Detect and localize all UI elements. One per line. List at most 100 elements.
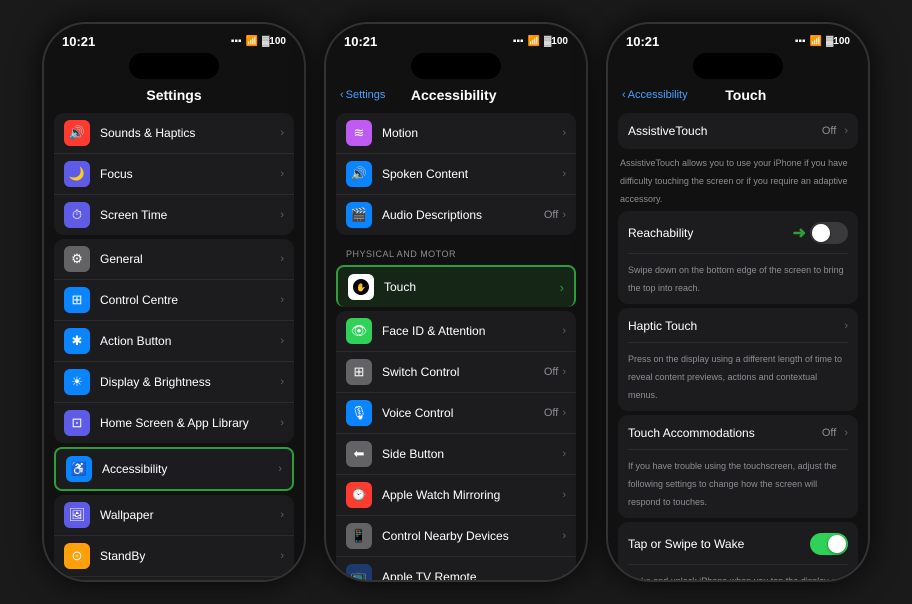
touchaccommodations-row[interactable]: Touch Accommodations Off › xyxy=(628,423,848,443)
status-bar-1: 10:21 ▪▪▪ 📶 ▓100 xyxy=(44,24,304,53)
list-item[interactable]: 🔊 Sounds & Haptics › xyxy=(54,113,294,154)
chevron-icon: › xyxy=(562,407,566,419)
item-label: Spoken Content xyxy=(382,167,562,181)
list-item[interactable]: ⊡ Home Screen & App Library › xyxy=(54,403,294,443)
taporswipetowake-toggle[interactable] xyxy=(810,533,848,555)
faceid2-icon: 👁 xyxy=(346,318,372,344)
haptictouch-block: Haptic Touch › Press on the display usin… xyxy=(618,308,858,411)
screen-content-1: 🔊 Sounds & Haptics › 🌙 Focus › ⏱ Screen … xyxy=(44,109,304,580)
divider xyxy=(628,564,848,565)
touch-chevron: › xyxy=(560,280,564,295)
chevron-icon: › xyxy=(562,571,566,580)
touch-item-container: ✋ Touch › xyxy=(336,265,576,307)
touchaccommodations-title: Touch Accommodations xyxy=(628,426,755,440)
list-item[interactable]: ⊞ Switch Control Off › xyxy=(336,352,576,393)
divider xyxy=(628,449,848,450)
list-item[interactable]: ⊞ Control Centre › xyxy=(54,280,294,321)
chevron-icon: › xyxy=(562,127,566,139)
taporswipetowake-block: Tap or Swipe to Wake Wake and unlock iPh… xyxy=(618,522,858,580)
assistivetouch-title: AssistiveTouch xyxy=(628,124,707,138)
haptictouch-title: Haptic Touch xyxy=(628,319,697,333)
dynamic-island-1 xyxy=(129,53,219,79)
touchaccommodations-block: Touch Accommodations Off › If you have t… xyxy=(618,415,858,518)
chevron-icon: › xyxy=(280,127,284,139)
item-label: Apple Watch Mirroring xyxy=(382,488,562,502)
item-label: Sounds & Haptics xyxy=(100,126,280,140)
screentime-icon: ⏱ xyxy=(64,202,90,228)
toggle-knob xyxy=(828,535,846,553)
list-item[interactable]: ☀ Display & Brightness › xyxy=(54,362,294,403)
wifi-icon-3: 📶 xyxy=(810,36,822,47)
list-item[interactable]: 🖼 Wallpaper › xyxy=(54,495,294,536)
item-label: Screen Time xyxy=(100,208,280,222)
touchaccommodations-value: Off xyxy=(822,427,836,439)
back-chevron-3: ‹ xyxy=(622,89,626,101)
list-item[interactable]: 🎙 Voice Control Off › xyxy=(336,393,576,434)
accessibility-icon: ♿ xyxy=(66,456,92,482)
chevron-icon: › xyxy=(562,448,566,460)
motion-icon: ≋ xyxy=(346,120,372,146)
haptictouch-row[interactable]: Haptic Touch › xyxy=(628,316,848,336)
list-item[interactable]: ◉ Siri & Search › xyxy=(54,577,294,580)
audiodesc-icon: 🎬 xyxy=(346,202,372,228)
list-item[interactable]: 🔊 Spoken Content › xyxy=(336,154,576,195)
item-label: Audio Descriptions xyxy=(382,208,544,222)
wifi-icon-2: 📶 xyxy=(528,36,540,47)
list-item[interactable]: 📺 Apple TV Remote › xyxy=(336,557,576,580)
screen-content-3: AssistiveTouch Off › AssistiveTouch allo… xyxy=(608,109,868,580)
phone-3-screen: 10:21 ▪▪▪ 📶 ▓100 ‹ Accessibility Touch xyxy=(608,24,868,580)
wifi-icon-1: 📶 xyxy=(246,36,258,47)
reachability-toggle[interactable] xyxy=(810,222,848,244)
signal-icon-2: ▪▪▪ xyxy=(513,36,524,47)
list-item[interactable]: ⚙ General › xyxy=(54,239,294,280)
list-item[interactable]: 🎬 Audio Descriptions Off › xyxy=(336,195,576,235)
list-item[interactable]: ⌚ Apple Watch Mirroring › xyxy=(336,475,576,516)
item-label: General xyxy=(100,252,280,266)
chevron-icon: › xyxy=(280,550,284,562)
chevron-icon: › xyxy=(280,509,284,521)
assistivetouch-row[interactable]: AssistiveTouch Off › xyxy=(628,121,848,141)
back-button-2[interactable]: ‹ Settings xyxy=(340,89,385,101)
sounds-icon: 🔊 xyxy=(64,120,90,146)
list-item[interactable]: ⊙ StandBy › xyxy=(54,536,294,577)
nav-bar-1: Settings xyxy=(44,83,304,109)
item-label: Control Centre xyxy=(100,293,280,307)
divider xyxy=(628,342,848,343)
appletvremote-icon: 📺 xyxy=(346,564,372,580)
accessibility-group-physical: 👁 Face ID & Attention › ⊞ Switch Control… xyxy=(336,311,576,580)
chevron-icon: › xyxy=(562,530,566,542)
item-label: Face ID & Attention xyxy=(382,324,562,338)
status-bar-3: 10:21 ▪▪▪ 📶 ▓100 xyxy=(608,24,868,53)
list-item[interactable]: ≋ Motion › xyxy=(336,113,576,154)
time-3: 10:21 xyxy=(626,34,659,49)
back-button-3[interactable]: ‹ Accessibility xyxy=(622,89,688,101)
accessibility-highlighted[interactable]: ♿ Accessibility › xyxy=(54,447,294,491)
content-scroll-3: AssistiveTouch Off › AssistiveTouch allo… xyxy=(608,113,868,580)
spoken-icon: 🔊 xyxy=(346,161,372,187)
touchaccommodations-desc: If you have trouble using the touchscree… xyxy=(628,461,837,507)
chevron-icon: › xyxy=(562,325,566,337)
reachability-toggle-area[interactable]: ➜ xyxy=(793,222,848,244)
controlcentre-icon: ⊞ xyxy=(64,287,90,313)
phone-2-screen: 10:21 ▪▪▪ 📶 ▓100 ‹ Settings Accessibilit… xyxy=(326,24,586,580)
status-icons-2: ▪▪▪ 📶 ▓100 xyxy=(513,36,568,47)
chevron-icon: › xyxy=(562,168,566,180)
touch-inner: ✋ xyxy=(353,279,369,295)
taporswipetowake-desc: Wake and unlock iPhone when you tap the … xyxy=(628,576,839,580)
status-icons-1: ▪▪▪ 📶 ▓100 xyxy=(231,36,286,47)
touch-item[interactable]: ✋ Touch › xyxy=(336,265,576,307)
list-item[interactable]: 🌙 Focus › xyxy=(54,154,294,195)
list-item[interactable]: ⬅ Side Button › xyxy=(336,434,576,475)
content-scroll-1: 🔊 Sounds & Haptics › 🌙 Focus › ⏱ Screen … xyxy=(44,113,304,580)
item-label: Voice Control xyxy=(382,406,544,420)
list-item[interactable]: ⏱ Screen Time › xyxy=(54,195,294,235)
list-item[interactable]: 📱 Control Nearby Devices › xyxy=(336,516,576,557)
dynamic-island-3 xyxy=(693,53,783,79)
item-value: Off xyxy=(544,407,558,419)
list-item[interactable]: ✱ Action Button › xyxy=(54,321,294,362)
status-bar-2: 10:21 ▪▪▪ 📶 ▓100 xyxy=(326,24,586,53)
accessibility-item[interactable]: ♿ Accessibility › xyxy=(56,449,292,489)
list-item[interactable]: 👁 Face ID & Attention › xyxy=(336,311,576,352)
battery-icon-3: ▓100 xyxy=(826,36,850,47)
phone-2: 10:21 ▪▪▪ 📶 ▓100 ‹ Settings Accessibilit… xyxy=(324,22,588,582)
